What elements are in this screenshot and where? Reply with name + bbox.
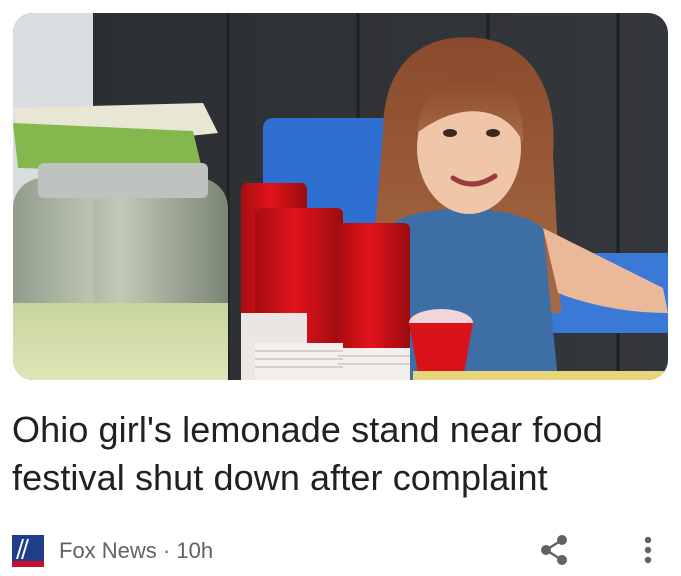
share-button[interactable] bbox=[534, 532, 574, 572]
article-age: 10h bbox=[176, 538, 214, 563]
fox-news-logo-icon bbox=[12, 535, 44, 567]
article-headline[interactable]: Ohio girl's lemonade stand near food fes… bbox=[12, 406, 652, 502]
news-card[interactable]: Ohio girl's lemonade stand near food fes… bbox=[0, 0, 681, 576]
article-meta: Fox News · 10h bbox=[12, 532, 672, 572]
more-vert-icon bbox=[644, 536, 652, 569]
article-image[interactable] bbox=[13, 13, 668, 380]
more-options-button[interactable] bbox=[636, 532, 660, 572]
source-name: Fox News bbox=[59, 538, 157, 563]
share-icon bbox=[538, 533, 570, 572]
meta-separator: · bbox=[162, 538, 171, 563]
source-and-time: Fox News · 10h bbox=[59, 538, 213, 564]
